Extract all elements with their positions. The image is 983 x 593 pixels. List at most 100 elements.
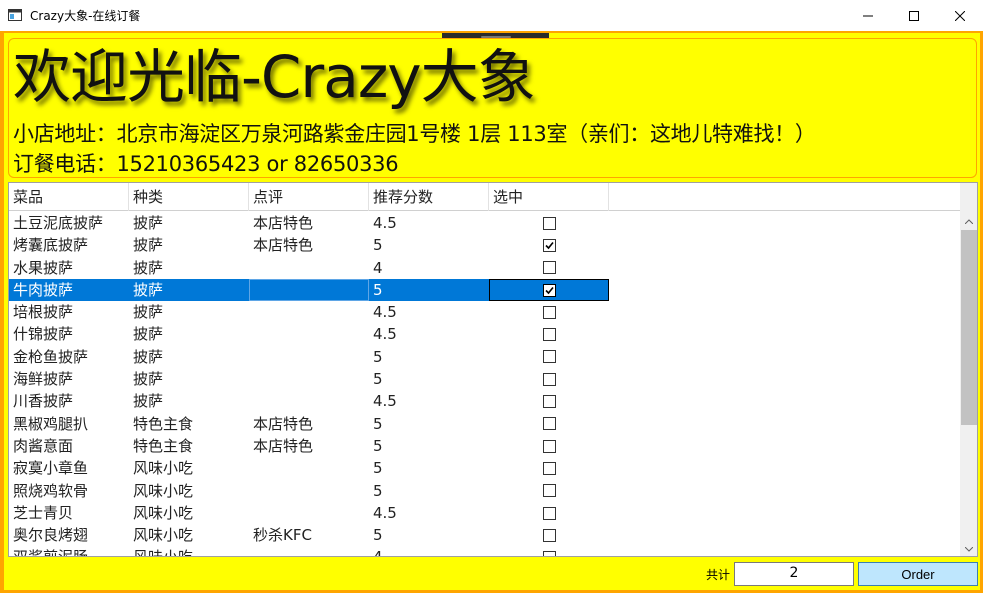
table-row[interactable]: 海鲜披萨 披萨 5 <box>9 368 960 390</box>
dish-cell: 牛肉披萨 <box>9 278 129 302</box>
checkbox[interactable] <box>542 506 556 520</box>
table-row[interactable]: 芝士青贝 风味小吃 4.5 <box>9 502 960 524</box>
checked-checkbox[interactable] <box>542 283 556 297</box>
category-cell: 特色主食 <box>133 436 194 455</box>
score-cell: 5 <box>373 236 383 255</box>
category-cell: 披萨 <box>133 392 164 411</box>
comment-cell <box>249 301 369 323</box>
table-row[interactable]: 金枪鱼披萨 披萨 5 <box>9 346 960 368</box>
dish-cell: 寂寞小章鱼 <box>13 459 89 478</box>
category-cell: 披萨 <box>129 278 249 302</box>
selected-cell <box>489 368 609 390</box>
main-panel: 欢迎光临-Crazy大象 小店地址：北京市海淀区万泉河路紫金庄园1号楼 1层 1… <box>4 33 980 590</box>
close-icon <box>955 10 965 21</box>
scroll-down-icon[interactable] <box>960 541 977 556</box>
dish-cell: 芝士青贝 <box>13 503 74 522</box>
maximize-button[interactable] <box>891 0 937 31</box>
order-phone: 订餐电话：15210365423 or 82650336 <box>13 152 399 176</box>
checked-checkbox[interactable] <box>542 238 556 252</box>
vertical-scrollbar[interactable] <box>960 211 977 556</box>
category-cell: 特色主食 <box>133 414 194 433</box>
score-cell: 4.5 <box>373 392 397 411</box>
scroll-thumb[interactable] <box>961 230 977 425</box>
table-row[interactable]: 奥尔良烤翅 风味小吃 秒杀KFC 5 <box>9 524 960 546</box>
dish-cell: 肉酱意面 <box>13 436 74 455</box>
shop-address: 小店地址：北京市海淀区万泉河路紫金庄园1号楼 1层 113室（亲们：这地儿特难找… <box>13 122 816 146</box>
category-cell: 披萨 <box>133 258 164 277</box>
table-row[interactable]: 双酱煎泥肠风味小吃 4 <box>9 546 960 556</box>
selected-cell <box>489 480 609 502</box>
table-row[interactable]: 黑椒鸡腿扒 特色主食 本店特色 5 <box>9 413 960 435</box>
comment-cell <box>249 368 369 390</box>
checkbox[interactable] <box>542 350 556 364</box>
column-header-score[interactable]: 推荐分数 <box>369 183 489 211</box>
menu-grid[interactable]: 菜品 种类 点评 推荐分数 选中 土豆泥底披萨 披萨 本店特色 4.5 烤囊底披萨 披萨本… <box>8 182 978 557</box>
score-cell: 4 <box>373 258 383 277</box>
checkbox[interactable] <box>542 372 556 386</box>
column-header-category[interactable]: 种类 <box>129 183 249 211</box>
maximize-icon <box>909 10 919 21</box>
score-cell: 5 <box>373 459 383 478</box>
grid-rows: 土豆泥底披萨 披萨 本店特色 4.5 烤囊底披萨 披萨 本店特色 5 水果披萨 披萨 4 牛肉披萨 披萨… <box>9 212 960 556</box>
table-row[interactable]: 土豆泥底披萨 披萨 本店特色 4.5 <box>9 212 960 234</box>
welcome-heading: 欢迎光临-Crazy大象 <box>13 43 536 111</box>
score-cell: 4.5 <box>373 214 397 232</box>
comment-cell: 本店特色 <box>253 436 314 455</box>
table-row[interactable]: 培根披萨 披萨 4.5 <box>9 301 960 323</box>
category-cell: 披萨 <box>133 325 164 344</box>
total-count-field[interactable]: 2 <box>734 562 854 586</box>
checkbox[interactable] <box>542 328 556 342</box>
table-row[interactable]: 照烧鸡软骨 风味小吃 5 <box>9 480 960 502</box>
order-button[interactable]: Order <box>858 562 978 586</box>
table-row[interactable]: 什锦披萨 披萨 4.5 <box>9 323 960 345</box>
category-cell: 风味小吃 <box>133 481 194 500</box>
minimize-button[interactable] <box>845 0 891 31</box>
table-row[interactable]: 川香披萨 披萨 4.5 <box>9 390 960 412</box>
table-row[interactable]: 烤囊底披萨 披萨 本店特色 5 <box>9 234 960 256</box>
category-cell: 风味小吃 <box>133 459 194 478</box>
checkbox[interactable] <box>542 417 556 431</box>
comment-cell <box>249 502 369 524</box>
column-header-selected[interactable]: 选中 <box>489 183 609 211</box>
checkbox[interactable] <box>542 484 556 498</box>
score-cell: 5 <box>373 347 383 366</box>
category-cell: 披萨 <box>133 370 164 389</box>
score-cell: 4 <box>369 546 489 556</box>
close-button[interactable] <box>937 0 983 31</box>
comment-cell <box>249 346 369 368</box>
comment-cell <box>249 390 369 412</box>
checkbox[interactable] <box>542 461 556 475</box>
category-cell: 披萨 <box>133 214 164 232</box>
table-row[interactable]: 水果披萨 披萨 4 <box>9 257 960 279</box>
checkbox[interactable] <box>542 305 556 319</box>
title-bar: Crazy大象-在线订餐 <box>0 0 983 31</box>
score-cell: 5 <box>373 481 383 500</box>
checkbox[interactable] <box>542 528 556 542</box>
score-cell: 4.5 <box>373 303 397 322</box>
selected-cell <box>489 257 609 279</box>
score-cell: 5 <box>369 278 489 302</box>
comment-cell <box>249 457 369 479</box>
selected-cell <box>489 546 609 556</box>
table-row[interactable]: 牛肉披萨 披萨 5 <box>9 278 960 302</box>
checkbox[interactable] <box>542 551 556 556</box>
comment-cell <box>249 323 369 345</box>
checkbox[interactable] <box>542 216 556 230</box>
score-cell: 5 <box>373 526 383 545</box>
checkbox[interactable] <box>542 261 556 275</box>
table-row[interactable]: 寂寞小章鱼 风味小吃 5 <box>9 457 960 479</box>
comment-cell <box>249 278 369 302</box>
selected-cell <box>489 413 609 435</box>
column-header-comment[interactable]: 点评 <box>249 183 369 211</box>
checkbox[interactable] <box>542 439 556 453</box>
category-cell: 风味小吃 <box>133 526 194 545</box>
dish-cell: 奥尔良烤翅 <box>13 526 89 545</box>
category-cell: 风味小吃 <box>133 503 194 522</box>
table-row[interactable]: 肉酱意面 特色主食 本店特色 5 <box>9 435 960 457</box>
checkbox[interactable] <box>542 395 556 409</box>
column-header-dish[interactable]: 菜品 <box>9 183 129 211</box>
comment-cell: 本店特色 <box>253 414 314 433</box>
selected-cell <box>489 346 609 368</box>
scroll-up-icon[interactable] <box>960 213 977 229</box>
category-cell: 披萨 <box>133 236 164 255</box>
